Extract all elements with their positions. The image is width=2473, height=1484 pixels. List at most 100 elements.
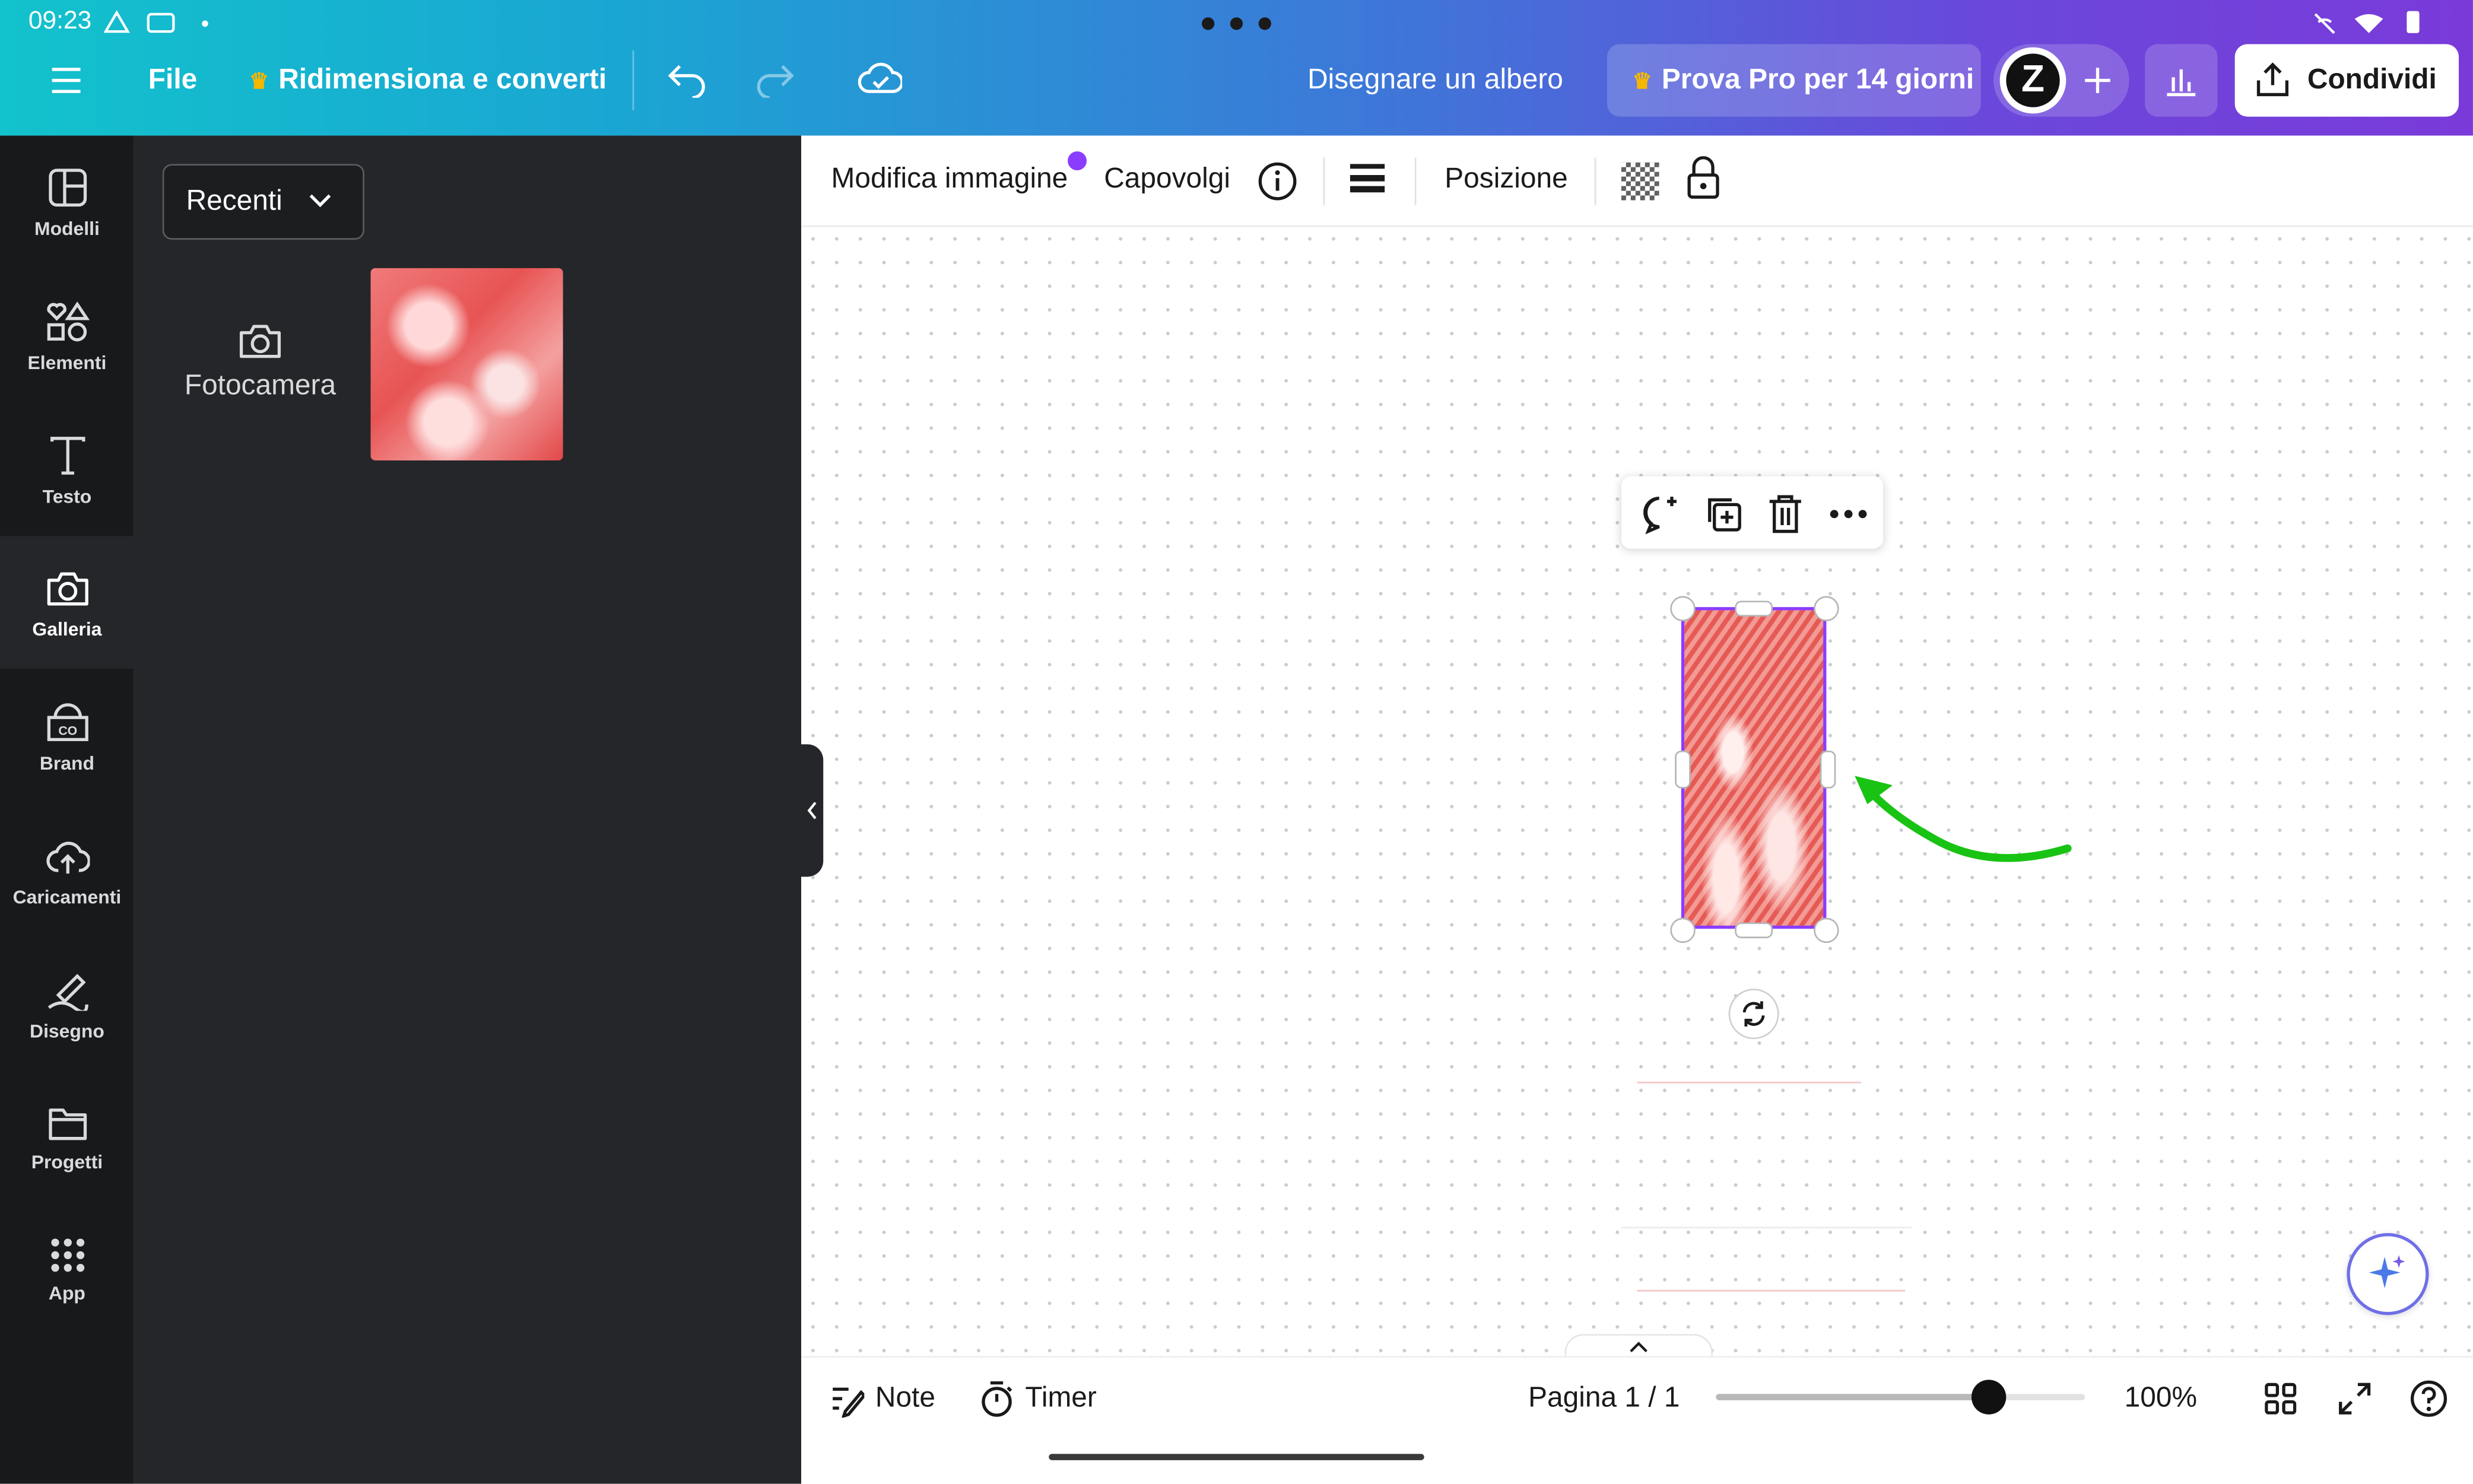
insights-button[interactable] <box>2145 44 2218 117</box>
duplicate-icon[interactable] <box>1703 494 1744 535</box>
undo-icon[interactable] <box>667 60 708 106</box>
faint-line <box>1621 1226 1912 1229</box>
sparkle-icon <box>2369 1255 2405 1289</box>
sidebar-item-label: Brand <box>39 752 94 774</box>
sidebar-item-label: Disegno <box>30 1020 104 1043</box>
sidebar-item-label: Caricamenti <box>12 886 122 908</box>
sidebar-item-elementi[interactable]: Elementi <box>0 269 134 402</box>
cloud-saved-icon[interactable] <box>858 60 904 106</box>
resize-handle[interactable] <box>1820 750 1836 789</box>
resize-handle[interactable] <box>1670 596 1696 622</box>
edit-image-button[interactable]: Modifica immagine <box>831 163 1068 196</box>
bottom-bar: Note Timer Pagina 1 / 1 100% <box>801 1356 2473 1484</box>
camera-tile[interactable]: Fotocamera <box>169 268 351 460</box>
notes-button[interactable]: Note <box>875 1381 935 1415</box>
magic-assistant-button[interactable] <box>2347 1233 2429 1315</box>
timer-icon <box>982 1381 1012 1417</box>
comment-add-icon[interactable] <box>1640 494 1681 535</box>
redo-icon[interactable] <box>754 60 795 106</box>
collapse-panel-handle[interactable] <box>801 744 824 877</box>
gallery-thumbnail[interactable] <box>370 268 563 460</box>
rotate-handle[interactable] <box>1728 989 1779 1040</box>
system-status-icons <box>2312 9 2426 43</box>
pro-trial-button[interactable]: ♛ Prova Pro per 14 giorni <box>1607 44 1981 117</box>
camera-icon <box>46 572 88 606</box>
camera-label: Fotocamera <box>184 368 336 401</box>
chevron-left-icon <box>807 802 817 819</box>
zoom-slider[interactable] <box>1716 1380 2085 1415</box>
flip-button[interactable]: Capovolgi <box>1104 163 1230 196</box>
topbar-divider <box>632 50 634 111</box>
info-icon[interactable] <box>1257 161 1298 202</box>
brand-icon: CO <box>46 703 88 742</box>
avatar-group[interactable]: Z <box>1993 44 2129 117</box>
avatar-letter: Z <box>2006 53 2060 107</box>
chevron-up-icon <box>1630 1342 1647 1352</box>
lock-icon[interactable] <box>1686 156 1720 200</box>
sidebar-item-progetti[interactable]: Progetti <box>0 1072 134 1205</box>
top-bar: 09:23 File ♛ Ridimensiona e converti Dise… <box>0 0 2473 136</box>
bar-chart-icon <box>2167 69 2196 97</box>
home-indicator <box>1049 1454 1424 1460</box>
left-rail: Modelli Elementi Testo Galleria CO Brand… <box>0 135 134 1484</box>
menu-icon[interactable] <box>50 66 82 103</box>
resize-handle[interactable] <box>1735 600 1773 617</box>
draw-icon <box>47 974 88 1011</box>
resize-label: Ridimensiona e converti <box>278 63 607 95</box>
share-icon <box>2256 62 2289 97</box>
position-button[interactable]: Posizione <box>1445 163 1567 196</box>
more-options-icon[interactable] <box>1830 508 1868 520</box>
recent-dropdown[interactable]: Recenti <box>162 164 364 240</box>
sidebar-item-label: Testo <box>42 485 92 508</box>
sidebar-item-label: Galleria <box>32 618 102 640</box>
camera-icon <box>239 325 281 358</box>
sidebar-item-label: Modelli <box>34 217 100 240</box>
sidebar-item-caricamenti[interactable]: Caricamenti <box>0 804 134 936</box>
document-title[interactable]: Disegnare un albero <box>1307 63 1563 96</box>
toolbar-divider <box>1594 157 1596 205</box>
sidebar-item-testo[interactable]: Testo <box>0 403 134 536</box>
file-menu[interactable]: File <box>148 63 197 96</box>
selected-image[interactable] <box>1681 607 1827 929</box>
toolbar-divider <box>1323 157 1325 205</box>
sidebar-item-modelli[interactable]: Modelli <box>0 136 134 268</box>
design-canvas[interactable] <box>801 227 2473 1356</box>
sidebar-item-app[interactable]: App <box>0 1206 134 1339</box>
add-member-icon[interactable] <box>2082 65 2113 104</box>
sidebar-item-galleria[interactable]: Galleria <box>0 536 134 669</box>
zoom-level[interactable]: 100% <box>2125 1381 2197 1415</box>
transparency-icon[interactable] <box>1621 162 1659 201</box>
resize-handle[interactable] <box>1814 917 1839 943</box>
resize-button[interactable]: ♛ Ridimensiona e converti <box>249 63 607 96</box>
status-icons <box>103 9 214 43</box>
sidebar-item-brand[interactable]: CO Brand <box>0 670 134 802</box>
gallery-panel: Recenti Fotocamera <box>134 135 802 1484</box>
resize-handle[interactable] <box>1675 750 1691 789</box>
pro-label: Prova Pro per 14 giorni <box>1661 63 1974 95</box>
context-toolbar: Modifica immagine Capovolgi Posizione <box>801 135 2473 227</box>
page-indicator[interactable]: Pagina 1 / 1 <box>1528 1381 1680 1415</box>
cloud-upload-icon <box>46 841 90 874</box>
trash-icon[interactable] <box>1766 494 1804 535</box>
help-icon[interactable] <box>2410 1380 2448 1418</box>
resize-handle[interactable] <box>1735 922 1773 939</box>
avatar[interactable]: Z <box>1999 47 2066 114</box>
share-button[interactable]: Condividi <box>2234 44 2459 117</box>
more-dots-icon[interactable] <box>1199 12 1275 41</box>
fullscreen-icon[interactable] <box>2337 1381 2372 1416</box>
resize-handle[interactable] <box>1670 917 1696 943</box>
recent-dropdown-label: Recenti <box>186 184 282 217</box>
sidebar-item-label: Elementi <box>27 351 107 374</box>
zoom-slider-fill <box>1716 1394 1989 1400</box>
text-icon <box>49 437 85 475</box>
border-style-icon[interactable] <box>1350 163 1385 194</box>
svg-text:CO: CO <box>58 723 77 738</box>
faint-line <box>1637 1289 1906 1292</box>
zoom-slider-thumb[interactable] <box>1972 1380 2007 1415</box>
grid-view-icon[interactable] <box>2265 1383 2297 1415</box>
notes-icon <box>833 1387 865 1418</box>
resize-handle[interactable] <box>1814 596 1839 622</box>
timer-button[interactable]: Timer <box>1025 1381 1096 1415</box>
rotate-icon <box>1742 1001 1765 1027</box>
sidebar-item-disegno[interactable]: Disegno <box>0 938 134 1070</box>
